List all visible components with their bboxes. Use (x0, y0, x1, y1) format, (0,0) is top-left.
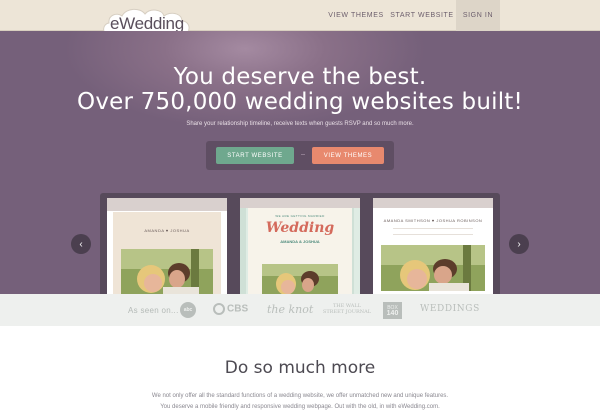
invitation-subline: WE ARE GETTING MARRIED (275, 214, 325, 218)
weddings-logo: WEDDINGS (420, 304, 480, 314)
wsj-logo: THE WALL STREET JOURNAL (322, 303, 372, 315)
couple-photo (121, 249, 213, 294)
section-title: Do so much more (224, 358, 376, 378)
chevron-right-icon: › (517, 238, 521, 250)
couple-names: AMANDA SMITHSON ♥ JOSHUA ROBINSON (383, 218, 483, 223)
view-themes-button[interactable]: VIEW THEMES (312, 147, 384, 164)
chevron-left-icon: ‹ (79, 238, 83, 250)
wedding-script-title: Wedding (265, 220, 335, 236)
theme-card-2[interactable]: WE ARE GETTING MARRIED Wedding AMANDA & … (240, 198, 360, 294)
hero-title-line2: Over 750,000 wedding websites built! (77, 89, 523, 115)
cbs-logo-text: CBS (227, 303, 249, 315)
start-website-button[interactable]: START WEBSITE (216, 147, 294, 164)
carousel-prev-button[interactable]: ‹ (71, 234, 91, 254)
couple-photo (381, 245, 485, 291)
the-knot-logo: the knot (267, 303, 314, 316)
hero-title-line1: You deserve the best. (173, 64, 427, 90)
section-description: We not only offer all the standard funct… (0, 391, 600, 413)
nav-sign-in[interactable]: SIGN IN (456, 0, 500, 31)
nav-start-website[interactable]: START WEBSITE (390, 0, 454, 31)
nav-view-themes[interactable]: VIEW THEMES (324, 0, 388, 31)
hero-title: You deserve the best. Over 750,000 weddi… (0, 65, 600, 115)
divider-line (393, 234, 473, 235)
hero-subtitle: Share your relationship timeline, receiv… (186, 121, 414, 127)
couple-photo (262, 264, 338, 294)
cta-group: START WEBSITE VIEW THEMES (206, 141, 394, 170)
abc-logo: abc (180, 302, 196, 318)
box-logo-number: 140 (386, 309, 399, 317)
description-line-1: We not only offer all the standard funct… (151, 393, 449, 399)
cbs-logo: CBS (213, 303, 248, 315)
couple-names: AMANDA & JOSHUA (280, 239, 320, 244)
cta-divider (301, 154, 305, 155)
couple-names: AMANDA ♥ JOSHUA (144, 228, 190, 233)
description-line-2: You deserve a mobile friendly and respon… (160, 404, 440, 410)
box-140-logo: BOX 140 (383, 302, 402, 319)
divider-line (393, 228, 473, 229)
theme-card-1[interactable]: AMANDA ♥ JOSHUA (107, 198, 227, 294)
carousel-next-button[interactable]: › (509, 234, 529, 254)
theme-card-3[interactable]: AMANDA SMITHSON ♥ JOSHUA ROBINSON (373, 198, 493, 294)
as-seen-on-label: As seen on... (128, 306, 179, 315)
cbs-eye-icon (213, 303, 225, 315)
top-nav-bar: eWedding VIEW THEMES START WEBSITE SIGN … (0, 0, 600, 44)
card-header-strip (107, 198, 227, 211)
